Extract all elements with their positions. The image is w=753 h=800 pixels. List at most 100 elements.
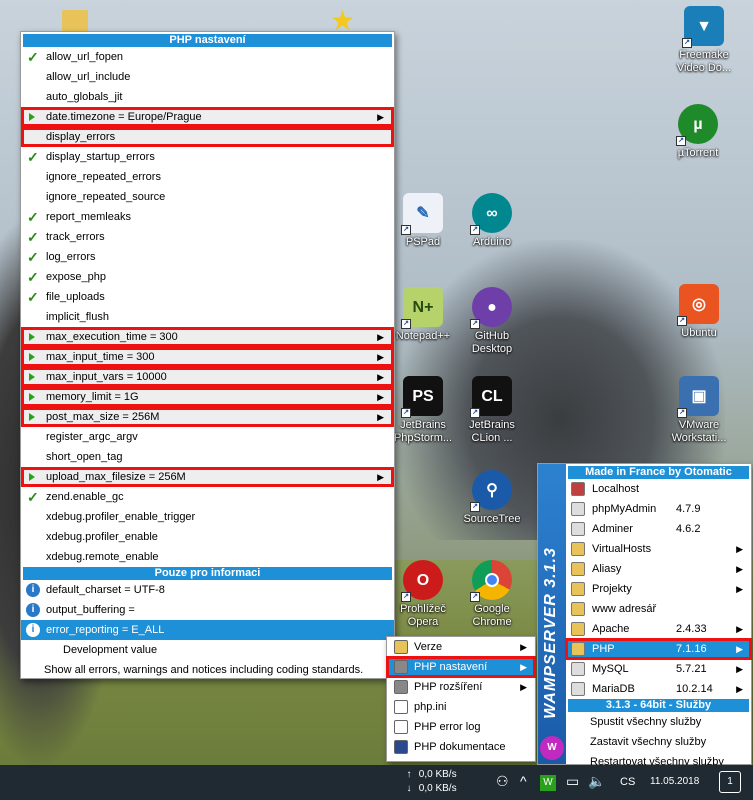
setting-item[interactable]: implicit_flush: [21, 307, 394, 327]
info-label: output_buffering =: [46, 604, 135, 616]
setting-item[interactable]: upload_max_filesize = 256M ▶: [21, 467, 394, 487]
version-icon: [394, 640, 408, 654]
database-icon: [571, 522, 585, 536]
upload-speed: 0,0 KB/s: [418, 769, 457, 780]
setting-item[interactable]: max_input_vars = 10000 ▶: [21, 367, 394, 387]
ubuntu-icon: ◎ ↗: [677, 284, 719, 326]
desktop-icon-arduino[interactable]: ∞ ↗ Arduino: [454, 193, 530, 249]
setting-label: register_argc_argv: [46, 431, 138, 443]
green-play-icon: [29, 393, 35, 401]
setting-item[interactable]: xdebug.profiler_enable_trigger: [21, 507, 394, 527]
setting-item[interactable]: memory_limit = 1G ▶: [21, 387, 394, 407]
setting-item[interactable]: max_input_time = 300 ▶: [21, 347, 394, 367]
tray-chevron-icon[interactable]: ^: [520, 773, 527, 789]
setting-item[interactable]: ✓ zend.enable_gc: [21, 487, 394, 507]
desktop-icon-pspad[interactable]: ✎ ↗ PSPad: [385, 193, 461, 249]
desktop-icon-label: JetBrains PhpStorm...: [393, 419, 453, 444]
desktop-icon-utorrent[interactable]: µ ↗ µTorrent: [660, 104, 736, 160]
desktop-icon-clion[interactable]: CL ↗ JetBrains CLion ...: [454, 376, 530, 445]
setting-item[interactable]: display_errors: [21, 127, 394, 147]
desktop-icon-label: Freemake Video Do...: [676, 49, 732, 74]
wamp-menu-item[interactable]: MySQL 5.7.21 ▶: [566, 659, 751, 679]
desktop-icon-vmware[interactable]: ▣ ↗ VMware Workstati...: [661, 376, 737, 445]
setting-label: xdebug.profiler_enable_trigger: [46, 511, 196, 523]
desktop-icon-notepadpp[interactable]: N+ ↗ Notepad++: [385, 287, 461, 343]
setting-item[interactable]: ✓ display_startup_errors: [21, 147, 394, 167]
info-item[interactable]: i output_buffering =: [21, 600, 394, 620]
setting-item[interactable]: date.timezone = Europe/Prague ▶: [21, 107, 394, 127]
language-indicator[interactable]: CS: [620, 776, 635, 788]
network-icon[interactable]: ▭: [566, 773, 579, 790]
wamp-item-label: MySQL: [592, 663, 629, 675]
service-item[interactable]: Zastavit všechny služby: [566, 732, 751, 752]
submenu-item[interactable]: php.ini: [387, 697, 535, 717]
folder-icon[interactable]: [62, 10, 88, 32]
upload-arrow-icon: ↑: [406, 769, 412, 780]
setting-item[interactable]: post_max_size = 256M ▶: [21, 407, 394, 427]
wampserver-tray-icon[interactable]: W: [540, 775, 556, 791]
wamp-menu-item[interactable]: Apache 2.4.33 ▶: [566, 619, 751, 639]
submenu-arrow-icon: ▶: [736, 664, 743, 674]
wamp-menu-item[interactable]: MariaDB 10.2.14 ▶: [566, 679, 751, 699]
submenu-item[interactable]: PHP error log: [387, 717, 535, 737]
desktop-icon-opera[interactable]: O ↗ Prohlížeč Opera: [385, 560, 461, 629]
desktop-icon-label: Prohlížeč Opera: [400, 603, 446, 628]
setting-item[interactable]: ignore_repeated_errors: [21, 167, 394, 187]
setting-label: ignore_repeated_errors: [46, 171, 161, 183]
setting-item[interactable]: xdebug.profiler_enable: [21, 527, 394, 547]
submenu-item[interactable]: PHP nastavení ▶: [386, 656, 536, 678]
wamp-menu-item[interactable]: Projekty ▶: [566, 579, 751, 599]
desktop-icon-github[interactable]: ● ↗ GitHub Desktop: [454, 287, 530, 356]
submenu-arrow-icon: ▶: [736, 684, 743, 694]
submenu-item[interactable]: Verze ▶: [387, 637, 535, 657]
service-item[interactable]: Spustit všechny služby: [566, 712, 751, 732]
submenu-arrow-icon: ▶: [520, 662, 527, 672]
wamp-menu-item[interactable]: phpMyAdmin 4.7.9: [566, 499, 751, 519]
desktop-icon-phpstorm[interactable]: PS ↗ JetBrains PhpStorm...: [385, 376, 461, 445]
setting-item[interactable]: ✓ file_uploads: [21, 287, 394, 307]
setting-label: date.timezone = Europe/Prague: [46, 111, 202, 123]
info-icon: i: [26, 583, 40, 597]
clion-icon: CL ↗: [470, 376, 512, 418]
notification-center-icon[interactable]: 1: [719, 771, 741, 793]
setting-item[interactable]: ✓ report_memleaks: [21, 207, 394, 227]
setting-item[interactable]: ✓ allow_url_fopen: [21, 47, 394, 67]
setting-label: allow_url_fopen: [46, 51, 124, 63]
submenu-arrow-icon: ▶: [736, 544, 743, 554]
setting-item[interactable]: ✓ expose_php: [21, 267, 394, 287]
volume-icon[interactable]: 🔈: [588, 773, 605, 790]
menu-header: PHP nastavení: [23, 34, 392, 47]
desktop-icon-sourcetree[interactable]: ⚲ ↗ SourceTree: [454, 470, 530, 526]
wamp-menu-item[interactable]: Adminer 4.6.2: [566, 519, 751, 539]
setting-item[interactable]: register_argc_argv: [21, 427, 394, 447]
setting-item[interactable]: ignore_repeated_source: [21, 187, 394, 207]
submenu-arrow-icon: ▶: [736, 564, 743, 574]
wamp-menu-item[interactable]: VirtualHosts ▶: [566, 539, 751, 559]
wamp-menu-item[interactable]: www adresář: [566, 599, 751, 619]
setting-item[interactable]: auto_globals_jit: [21, 87, 394, 107]
setting-item[interactable]: ✓ track_errors: [21, 227, 394, 247]
setting-item[interactable]: allow_url_include: [21, 67, 394, 87]
desktop-icon-ubuntu[interactable]: ◎ ↗ Ubuntu: [661, 284, 737, 340]
setting-item[interactable]: xdebug.remote_enable: [21, 547, 394, 567]
notepadpp-icon: N+ ↗: [401, 287, 443, 329]
wamp-menu-item[interactable]: Aliasy ▶: [566, 559, 751, 579]
submenu-arrow-icon: ▶: [377, 372, 384, 382]
setting-item[interactable]: ✓ log_errors: [21, 247, 394, 267]
submenu-item[interactable]: PHP dokumentace: [387, 737, 535, 757]
info-item[interactable]: i error_reporting = E_ALL: [21, 620, 394, 640]
desktop-icon-chrome[interactable]: ↗ Google Chrome: [454, 560, 530, 629]
wamp-menu-item[interactable]: Localhost: [566, 479, 751, 499]
setting-item[interactable]: short_open_tag: [21, 447, 394, 467]
people-icon[interactable]: ⚇: [496, 773, 509, 790]
submenu-item[interactable]: PHP rozšíření ▶: [387, 677, 535, 697]
folder-icon: [571, 582, 585, 596]
checkmark-icon: ✓: [27, 49, 39, 65]
info-item[interactable]: i default_charset = UTF-8: [21, 580, 394, 600]
clock-date[interactable]: 11.05.2018: [650, 776, 699, 787]
wamp-menu-item[interactable]: PHP 7.1.16 ▶: [565, 638, 752, 660]
desktop-icon-freemake[interactable]: ▼ ↗ Freemake Video Do...: [666, 6, 742, 75]
setting-item[interactable]: max_execution_time = 300 ▶: [21, 327, 394, 347]
freemake-icon: ▼ ↗: [682, 6, 724, 48]
database-icon: [571, 682, 585, 696]
